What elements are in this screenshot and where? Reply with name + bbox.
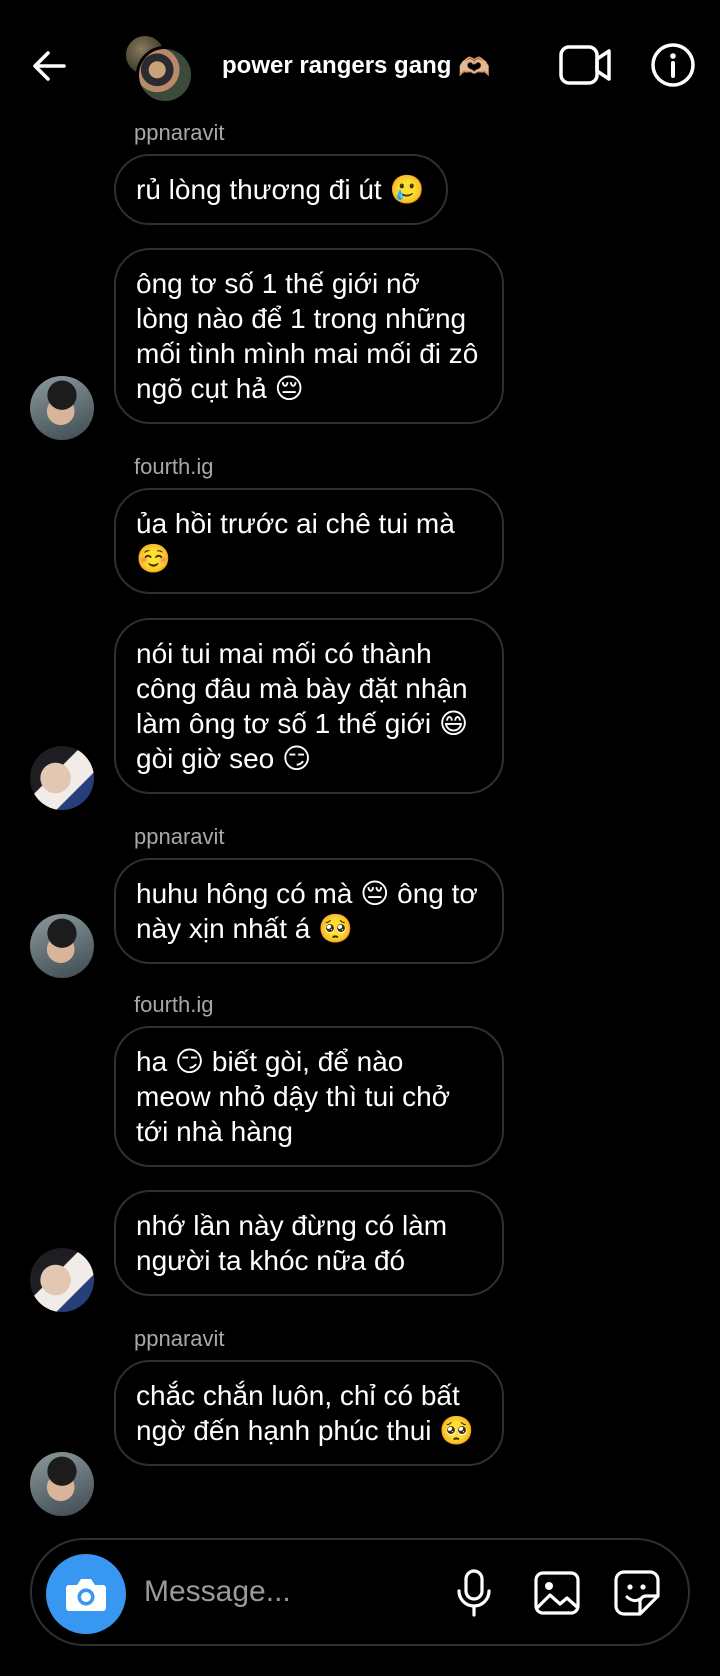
chat-title[interactable]: power rangers gang 🫶🏼: [222, 52, 490, 80]
group-avatar[interactable]: [124, 34, 196, 104]
sender-avatar-fourth[interactable]: [30, 1248, 94, 1312]
microphone-icon: [457, 1569, 491, 1617]
message-sender: ppnaravit: [134, 1326, 225, 1351]
heart-hands-emoji: 🫶🏼: [458, 52, 491, 82]
camera-button[interactable]: [46, 1554, 126, 1634]
message-bubble[interactable]: ủa hồi trước ai chê tui mà ☺️: [114, 488, 504, 594]
camera-icon: [66, 1579, 106, 1611]
chat-title-text: power rangers gang: [222, 52, 452, 79]
message-sender: fourth.ig: [134, 454, 214, 479]
video-call-button[interactable]: [558, 42, 612, 88]
arrow-left-icon: [33, 51, 66, 81]
message-composer: [30, 1538, 690, 1646]
chat-header: power rangers gang 🫶🏼: [0, 0, 720, 120]
message-sender: ppnaravit: [134, 824, 225, 849]
back-button[interactable]: [28, 44, 72, 88]
image-gallery-icon: [534, 1571, 580, 1615]
sticker-icon: [614, 1570, 660, 1616]
message-bubble[interactable]: rủ lòng thương đi út 🥲: [114, 154, 449, 225]
sender-avatar-fourth[interactable]: [30, 746, 94, 810]
message-bubble[interactable]: nhớ lần này đừng có làm người ta khóc nữ…: [114, 1190, 504, 1296]
sticker-button[interactable]: [612, 1568, 662, 1618]
voice-message-button[interactable]: [450, 1568, 498, 1618]
message-input[interactable]: [144, 1570, 424, 1614]
message-bubble[interactable]: chắc chắn luôn, chỉ có bất ngờ đến hạnh …: [114, 1360, 504, 1466]
sender-avatar-ppnaravit[interactable]: [30, 1452, 94, 1516]
sender-avatar-ppnaravit[interactable]: [30, 914, 94, 978]
message-bubble[interactable]: huhu hông có mà 😔 ông tơ này xịn nhất á …: [114, 858, 504, 964]
message-sender: ppnaravit: [134, 120, 225, 145]
group-avatar-front: [136, 46, 194, 104]
message-bubble[interactable]: ha 😏 biết gòi, để nào meow nhỏ dậy thì t…: [114, 1026, 504, 1167]
sender-avatar-ppnaravit[interactable]: [30, 376, 94, 440]
message-sender: fourth.ig: [134, 992, 214, 1017]
gallery-button[interactable]: [532, 1568, 582, 1618]
video-camera-icon: [559, 45, 611, 85]
info-button[interactable]: [650, 42, 696, 88]
message-bubble[interactable]: nói tui mai mối có thành công đâu mà bày…: [114, 618, 504, 794]
info-icon: [651, 43, 695, 87]
message-bubble[interactable]: ông tơ số 1 thế giới nỡ lòng nào để 1 tr…: [114, 248, 504, 424]
